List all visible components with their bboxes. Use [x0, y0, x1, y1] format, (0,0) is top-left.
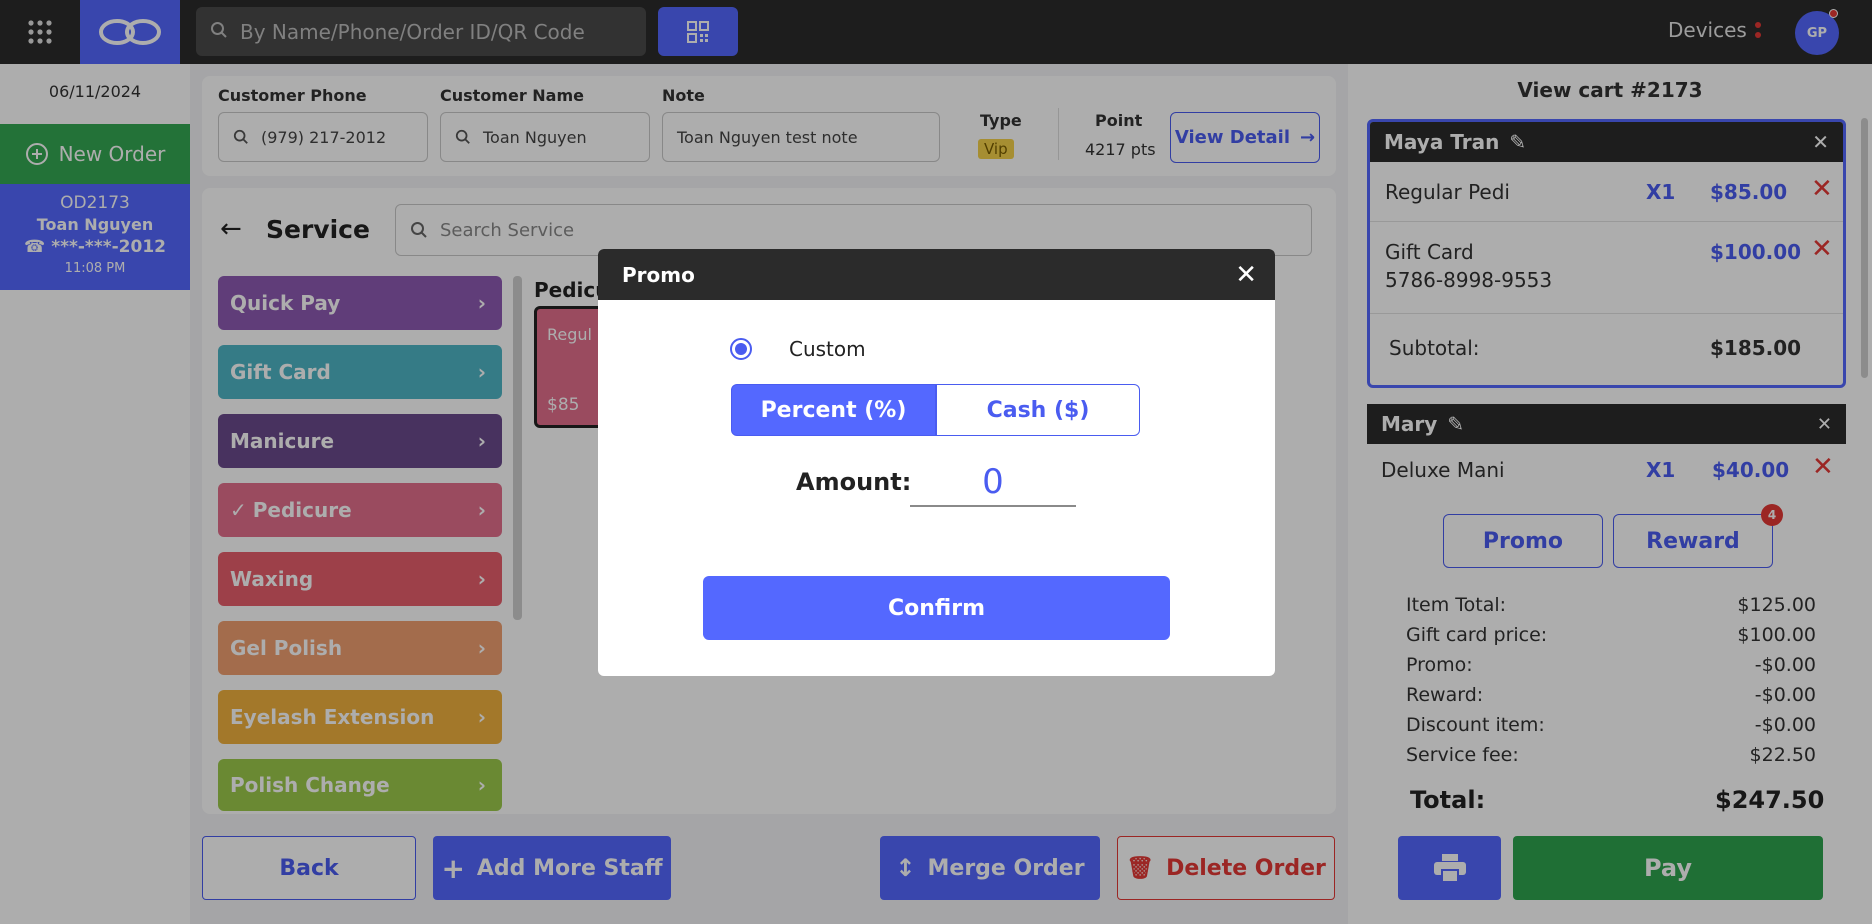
- amount-input[interactable]: 0: [910, 457, 1076, 507]
- custom-radio[interactable]: [730, 338, 752, 360]
- cash-toggle[interactable]: Cash ($): [936, 384, 1140, 436]
- promo-dialog-header: Promo ✕: [598, 249, 1275, 300]
- percent-toggle[interactable]: Percent (%): [731, 384, 936, 436]
- promo-dialog: Promo ✕ Custom Percent (%) Cash ($) Amou…: [598, 249, 1275, 676]
- amount-label: Amount:: [796, 468, 912, 496]
- custom-option-label: Custom: [789, 337, 866, 361]
- percent-label: Percent (%): [760, 397, 907, 423]
- promo-dialog-title: Promo: [622, 262, 695, 287]
- close-icon[interactable]: ✕: [1235, 260, 1257, 290]
- confirm-button[interactable]: Confirm: [703, 576, 1170, 640]
- cash-label: Cash ($): [986, 397, 1090, 423]
- confirm-label: Confirm: [887, 595, 985, 621]
